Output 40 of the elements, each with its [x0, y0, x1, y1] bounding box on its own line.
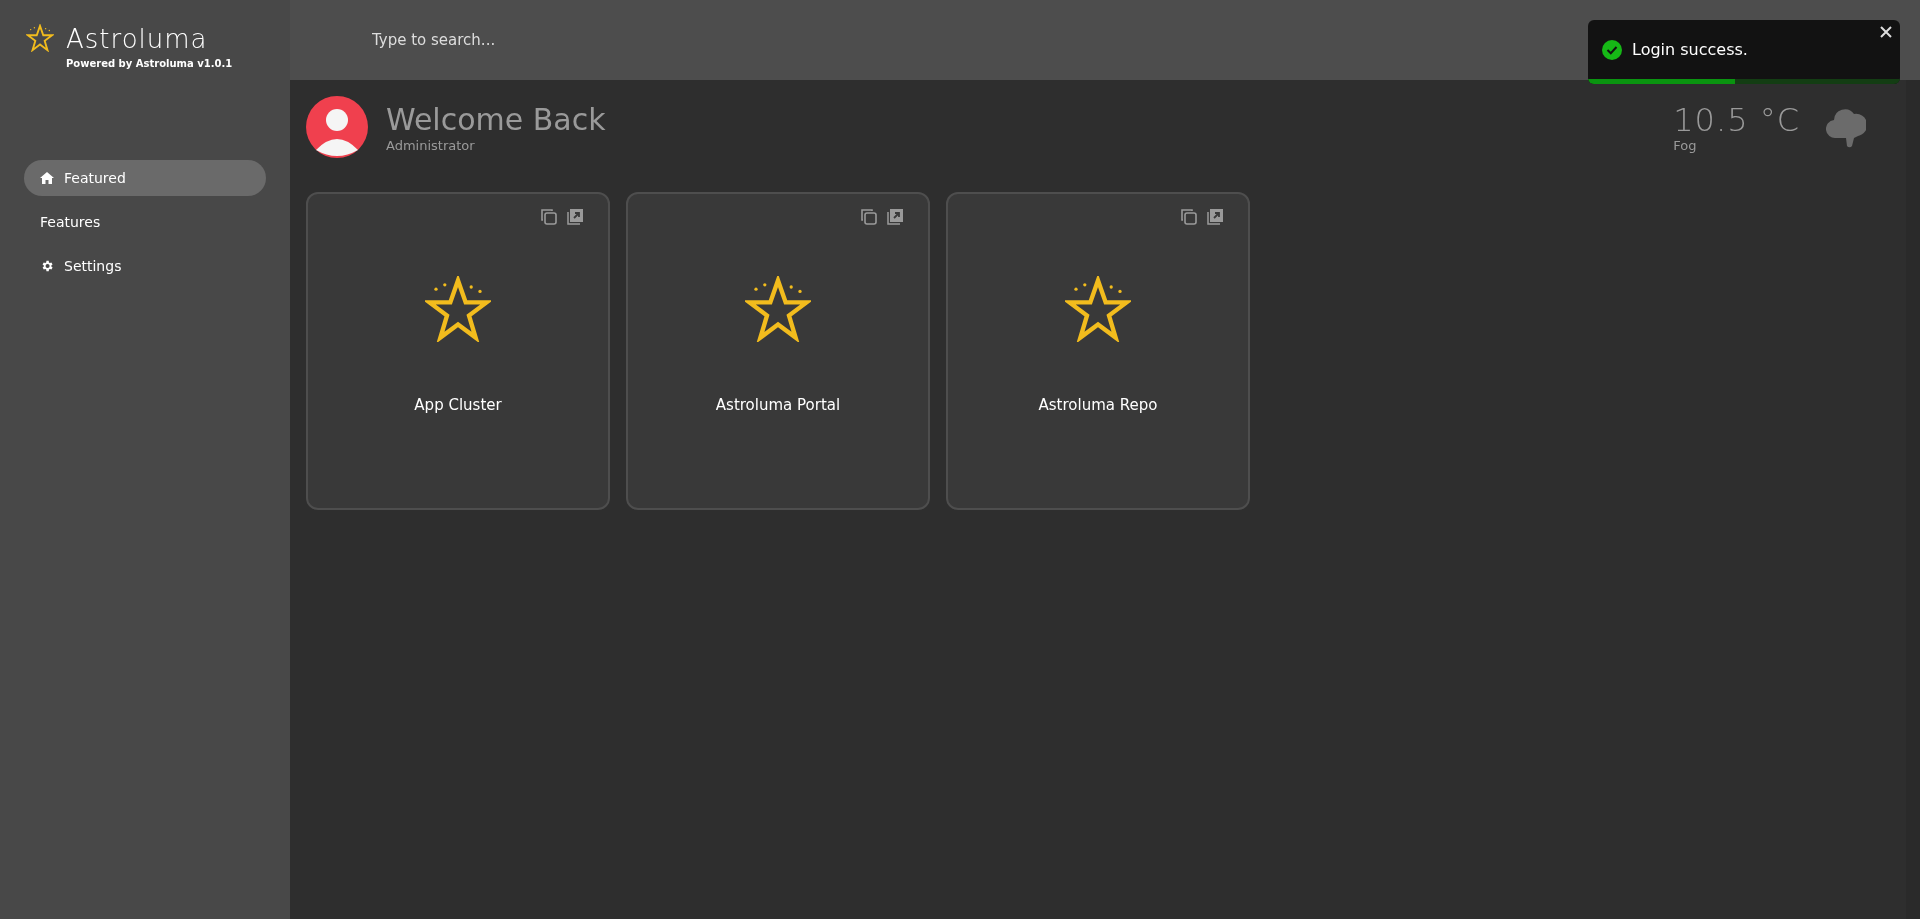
- star-logo-icon: [26, 24, 54, 52]
- search-field[interactable]: Type to search...: [370, 30, 874, 50]
- copy-icon: [1180, 208, 1198, 226]
- open-button[interactable]: [886, 208, 904, 226]
- card-title: App Cluster: [414, 396, 502, 414]
- settings-icon: [40, 259, 54, 273]
- copy-button[interactable]: [860, 208, 878, 226]
- copy-button[interactable]: [1180, 208, 1198, 226]
- close-icon: [1880, 26, 1892, 38]
- copy-button[interactable]: [540, 208, 558, 226]
- card-title: Astroluma Portal: [715, 396, 841, 414]
- check-circle-icon: [1602, 39, 1622, 60]
- welcome-title: Welcome Back: [386, 101, 606, 138]
- brand-tagline: Powered by Astroluma v1.0.1: [66, 58, 233, 69]
- open-button[interactable]: [1206, 208, 1224, 226]
- home-icon: [40, 172, 54, 184]
- star-logo-icon: [425, 276, 491, 342]
- close-button[interactable]: [1880, 26, 1892, 38]
- temperature: 10.5 °C: [1673, 101, 1800, 138]
- user-role: Administrator: [386, 137, 476, 153]
- open-button[interactable]: [566, 208, 584, 226]
- avatar-icon: [306, 96, 368, 158]
- copy-icon: [860, 208, 878, 226]
- copy-icon: [540, 208, 558, 226]
- sidebar-item[interactable]: Featured: [24, 160, 266, 196]
- scrollbar[interactable]: [1906, 80, 1920, 919]
- sidebar-item[interactable]: Features: [24, 204, 266, 240]
- star-logo-icon: [745, 276, 811, 342]
- app-card[interactable]: App Cluster: [306, 192, 610, 510]
- weather-condition: Fog: [1673, 137, 1698, 153]
- star-logo-icon: [1065, 276, 1131, 342]
- toast-message: Login success.: [1632, 40, 1748, 59]
- app-card[interactable]: Astroluma Portal: [626, 192, 930, 510]
- card-title: Astroluma Repo: [1038, 396, 1158, 414]
- external-link-icon: [1206, 208, 1224, 226]
- brand-name: Astroluma: [66, 24, 209, 54]
- app-card[interactable]: Astroluma Repo: [946, 192, 1250, 510]
- external-link-icon: [566, 208, 584, 226]
- sidebar-item[interactable]: Settings: [24, 248, 266, 284]
- external-link-icon: [886, 208, 904, 226]
